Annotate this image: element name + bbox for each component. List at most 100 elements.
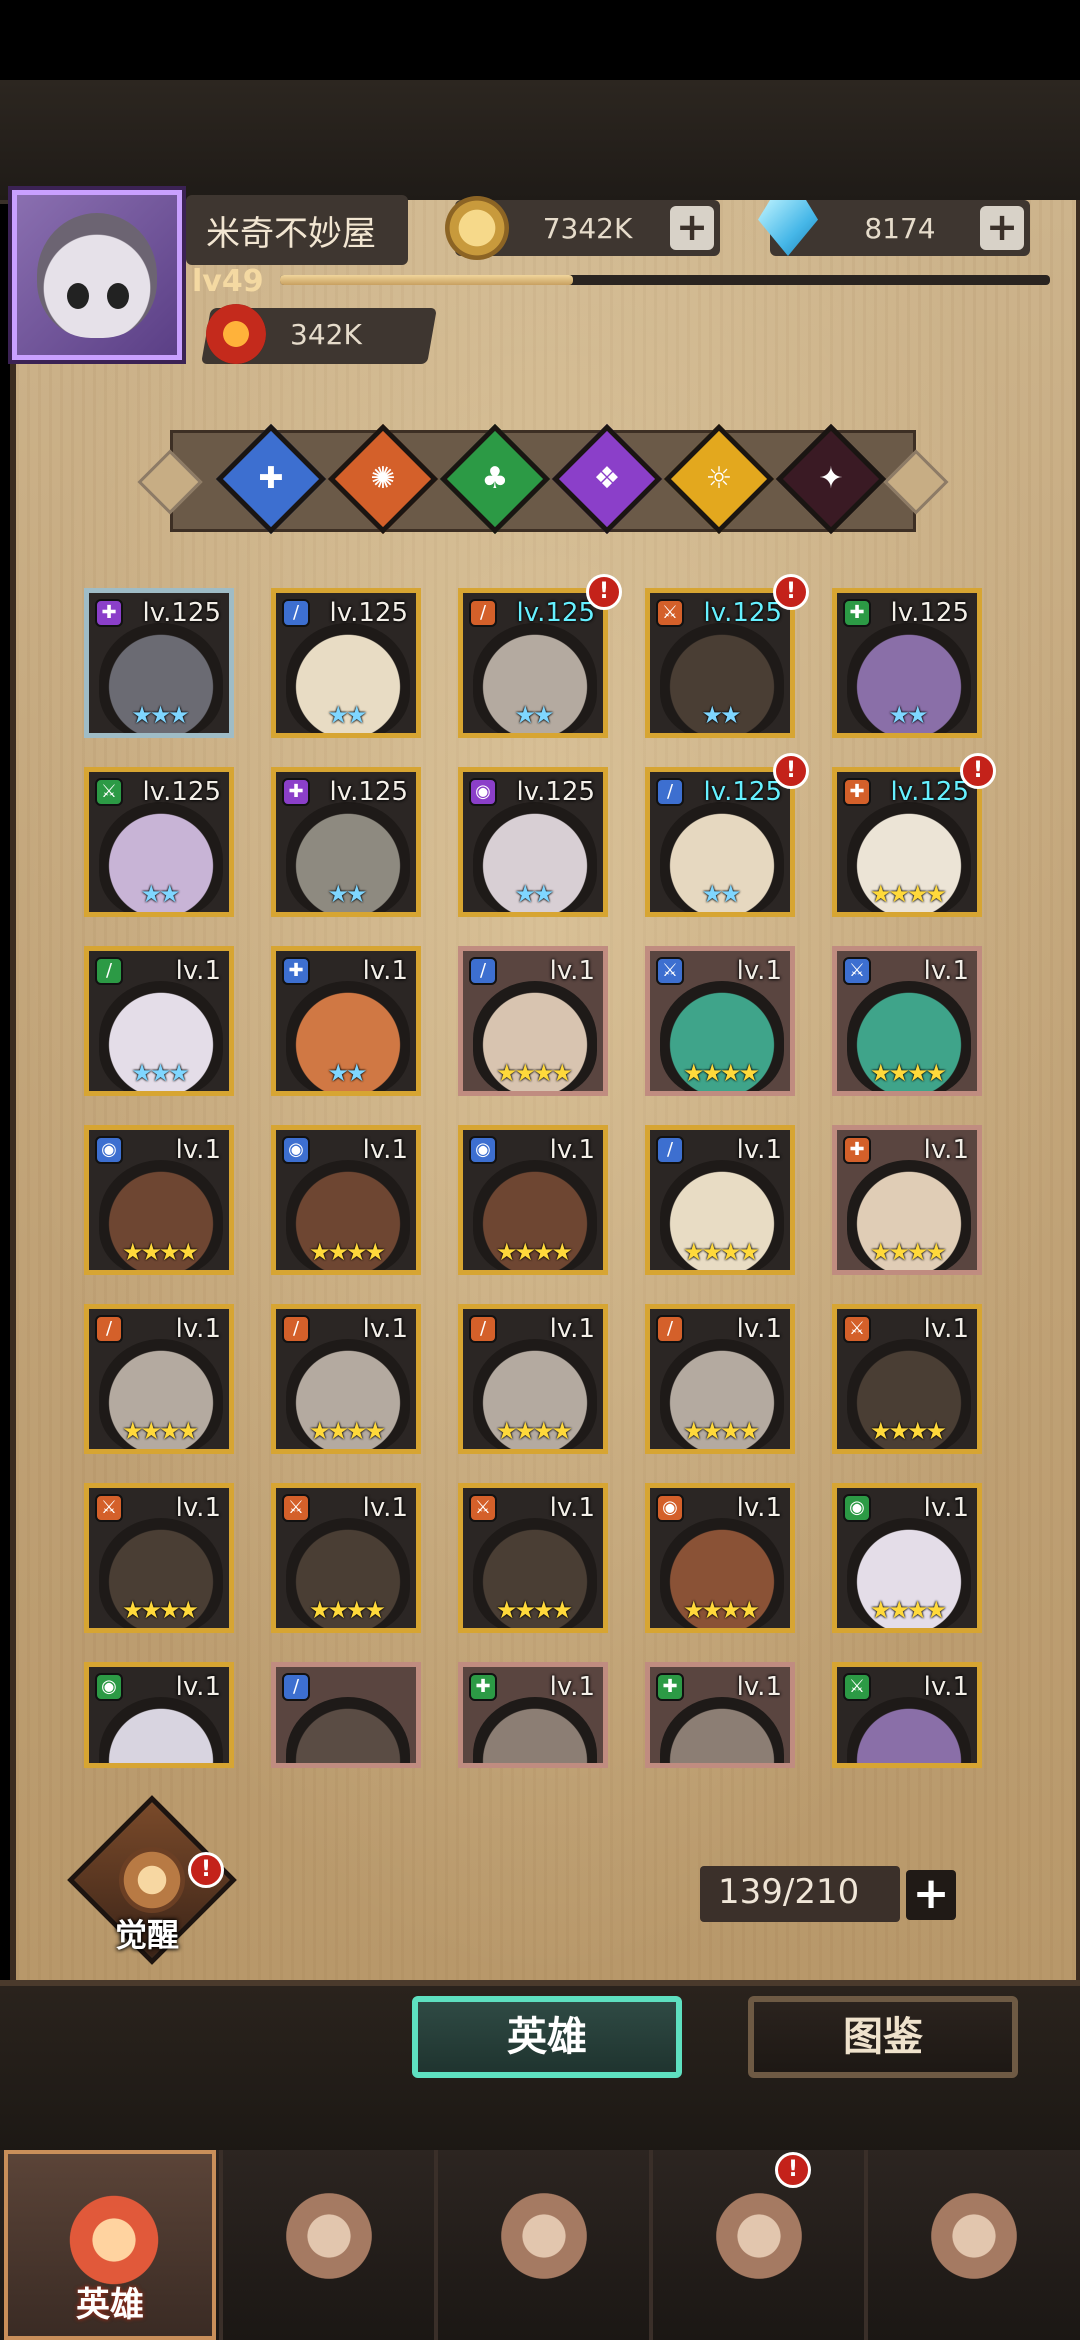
awaken-label: 觉醒 <box>115 1916 180 1954</box>
hero-class-icon: ◉ <box>469 1136 497 1164</box>
hero-card[interactable]: ⚔ lv.1 <box>832 1662 982 1768</box>
hero-card[interactable]: ◉ lv.1 ★★★★ <box>832 1483 982 1633</box>
hero-stars: ★★★★ <box>869 1417 947 1445</box>
hero-class-icon: ⚔ <box>95 1494 123 1522</box>
tab-heroes[interactable]: 英雄 <box>412 1996 682 2078</box>
hero-class-icon: ✚ <box>843 1136 871 1164</box>
hero-class-icon: ⚔ <box>843 1315 871 1343</box>
diamond-resource: 8174 + <box>758 200 1030 256</box>
hero-alert-badge: ! <box>960 753 996 789</box>
hero-stars: ★★★★ <box>869 1059 947 1087</box>
hero-card[interactable]: ⚔ lv.1 ★★★★ <box>458 1483 608 1633</box>
hero-stars: ★★★★ <box>495 1417 573 1445</box>
add-diamond-button[interactable]: + <box>980 206 1024 250</box>
hero-level: lv.1 <box>175 1493 221 1523</box>
hero-card[interactable]: ◉ lv.125 ★★ <box>458 767 608 917</box>
hero-card[interactable]: ✚ lv.1 ★★ <box>271 946 421 1096</box>
hero-card[interactable]: ◉ lv.1 ★★★★ <box>458 1125 608 1275</box>
hero-portrait <box>99 1697 223 1763</box>
hero-class-icon: ◉ <box>469 778 497 806</box>
hero-level: lv.125 <box>329 598 408 628</box>
hero-card[interactable]: ◉ lv.1 <box>84 1662 234 1768</box>
hero-class-icon: ◉ <box>95 1136 123 1164</box>
avatar-face <box>37 213 157 338</box>
hero-card[interactable]: ✚ lv.125 ★★★ <box>84 588 234 738</box>
hero-level: lv.1 <box>549 1493 595 1523</box>
hero-level: lv.125 <box>703 777 782 807</box>
hero-class-icon: / <box>656 778 684 806</box>
nav-battle[interactable] <box>434 2150 646 2340</box>
hero-card[interactable]: ⚔ lv.1 ★★★★ <box>271 1483 421 1633</box>
hero-card[interactable]: / lv.1 ★★★★ <box>645 1304 795 1454</box>
player-name: 米奇不妙屋 <box>206 214 376 254</box>
nav-battle-icon <box>494 2186 594 2286</box>
hero-class-icon: ✚ <box>282 957 310 985</box>
hero-alert-badge: ! <box>586 574 622 610</box>
player-avatar[interactable] <box>12 190 182 360</box>
hero-card[interactable]: ⚔ lv.1 ★★★★ <box>832 1304 982 1454</box>
hero-card[interactable]: ✚ lv.125 ★★ <box>832 588 982 738</box>
hero-card[interactable]: / lv.1 ★★★★ <box>84 1304 234 1454</box>
hero-card[interactable]: ⚔ lv.125 ★★ <box>645 588 795 738</box>
filter-orange-icon: ✺ <box>370 461 396 496</box>
nav-castle-icon <box>709 2186 809 2286</box>
hero-card[interactable]: ✚ lv.125 ★★ <box>271 767 421 917</box>
hero-stars: ★★★ <box>131 1059 190 1087</box>
nav-castle[interactable] <box>649 2150 861 2340</box>
hero-portrait <box>660 1697 784 1763</box>
hero-card[interactable]: ⚔ lv.125 ★★ <box>84 767 234 917</box>
hero-card[interactable]: / lv.125 ★★ <box>458 588 608 738</box>
hero-class-icon: / <box>656 1136 684 1164</box>
hero-card[interactable]: ⚔ lv.1 ★★★★ <box>84 1483 234 1633</box>
hero-level: lv.1 <box>549 1135 595 1165</box>
hero-class-icon: ⚔ <box>843 957 871 985</box>
hero-level: lv.125 <box>516 777 595 807</box>
filter-yellow-icon: ☼ <box>705 461 733 496</box>
hero-level: lv.1 <box>362 1314 408 1344</box>
hero-card[interactable]: ◉ lv.1 ★★★★ <box>645 1483 795 1633</box>
hero-card[interactable]: / lv.1 ★★★★ <box>458 1304 608 1454</box>
hero-class-icon: ⚔ <box>656 957 684 985</box>
hero-stars: ★★★★ <box>121 1238 199 1266</box>
hero-stars: ★★ <box>327 880 367 908</box>
hero-card[interactable]: ✚ lv.1 <box>458 1662 608 1768</box>
hero-class-icon: ✚ <box>282 778 310 806</box>
expand-capacity-button[interactable]: + <box>906 1870 956 1920</box>
hero-card[interactable]: / lv.125 ★★ <box>645 767 795 917</box>
hero-card[interactable]: / lv.1 ★★★★ <box>458 946 608 1096</box>
hero-card[interactable]: ◉ lv.1 ★★★★ <box>84 1125 234 1275</box>
hero-card[interactable]: ⚔ lv.1 ★★★★ <box>832 946 982 1096</box>
hero-card[interactable]: ✚ lv.1 ★★★★ <box>832 1125 982 1275</box>
hero-stars: ★★★★ <box>308 1238 386 1266</box>
hero-level: lv.1 <box>362 1135 408 1165</box>
nav-guild[interactable] <box>864 2150 1076 2340</box>
hero-card[interactable]: ⚔ lv.1 ★★★★ <box>645 946 795 1096</box>
hero-card[interactable]: / lv.1 ★★★★ <box>645 1125 795 1275</box>
hero-card[interactable]: ✚ lv.125 ★★★★ <box>832 767 982 917</box>
gold-coin-icon <box>445 196 509 260</box>
hero-card[interactable]: / lv.1 ★★★ <box>84 946 234 1096</box>
nav-adventure[interactable] <box>219 2150 431 2340</box>
tab-album[interactable]: 图鉴 <box>748 1996 1018 2078</box>
hero-card[interactable]: / lv.125 ★★ <box>271 588 421 738</box>
header-frame <box>0 80 1080 204</box>
hero-card[interactable]: / <box>271 1662 421 1768</box>
add-gold-button[interactable]: + <box>670 206 714 250</box>
hero-level: lv.1 <box>736 1493 782 1523</box>
hero-stars: ★★★★ <box>682 1596 760 1624</box>
hero-class-icon: ✚ <box>469 1673 497 1701</box>
hero-card[interactable]: ✚ lv.1 <box>645 1662 795 1768</box>
hero-card[interactable]: ◉ lv.1 ★★★★ <box>271 1125 421 1275</box>
hero-capacity: 139/210 <box>718 1872 860 1912</box>
nav-heroes[interactable]: 英雄 <box>4 2150 216 2340</box>
hero-class-icon: ◉ <box>843 1494 871 1522</box>
hero-card[interactable]: / lv.1 ★★★★ <box>271 1304 421 1454</box>
hero-portrait <box>286 1697 410 1763</box>
hero-class-icon: / <box>656 1315 684 1343</box>
hero-level: lv.125 <box>142 777 221 807</box>
hero-class-icon: ⚔ <box>843 1673 871 1701</box>
hero-level: lv.1 <box>736 956 782 986</box>
xp-bar-fill <box>280 275 573 285</box>
hero-class-icon: / <box>282 599 310 627</box>
hero-stars: ★★★★ <box>869 1238 947 1266</box>
